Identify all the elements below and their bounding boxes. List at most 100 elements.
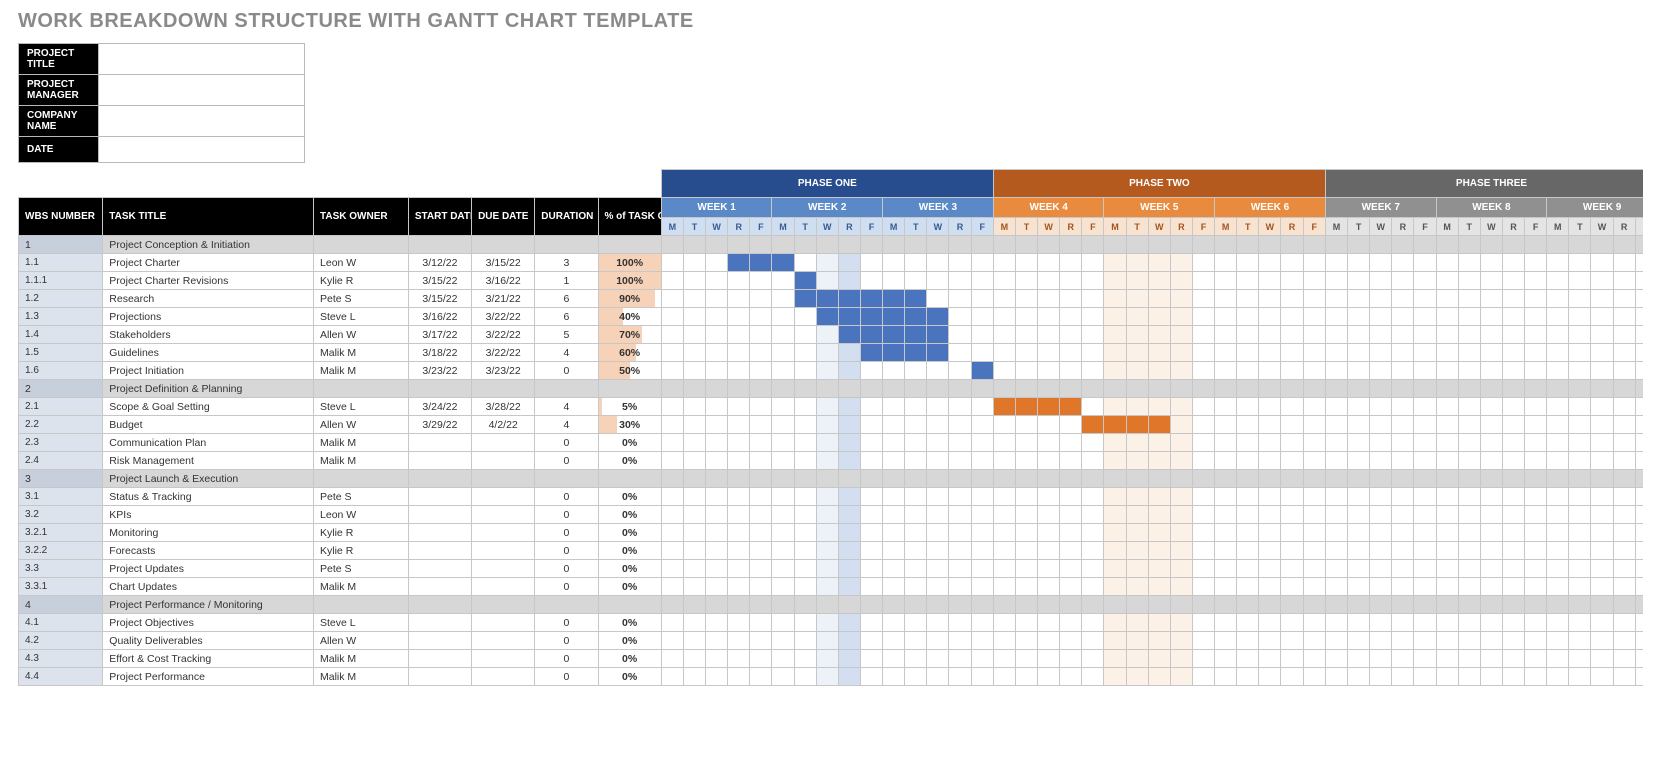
gantt-cell[interactable] <box>1325 650 1347 668</box>
gantt-cell[interactable] <box>1082 668 1104 686</box>
gantt-cell[interactable] <box>794 488 816 506</box>
gantt-cell[interactable] <box>1170 542 1192 560</box>
gantt-cell[interactable] <box>1148 614 1170 632</box>
gantt-cell[interactable] <box>794 542 816 560</box>
gantt-cell[interactable] <box>927 290 949 308</box>
gantt-cell[interactable] <box>816 650 838 668</box>
gantt-cell[interactable] <box>1237 452 1259 470</box>
gantt-cell[interactable] <box>1215 560 1237 578</box>
gantt-cell[interactable] <box>1525 560 1547 578</box>
gantt-cell[interactable] <box>1170 452 1192 470</box>
gantt-cell[interactable] <box>1525 452 1547 470</box>
gantt-cell[interactable] <box>905 614 927 632</box>
gantt-cell[interactable] <box>971 398 993 416</box>
gantt-cell[interactable] <box>706 614 728 632</box>
gantt-cell[interactable] <box>1170 272 1192 290</box>
gantt-cell[interactable] <box>1591 650 1613 668</box>
gantt-cell[interactable] <box>1635 542 1643 560</box>
gantt-cell[interactable] <box>1281 488 1303 506</box>
gantt-cell[interactable] <box>1303 632 1325 650</box>
gantt-cell[interactable] <box>1613 272 1635 290</box>
gantt-cell[interactable] <box>1060 236 1082 254</box>
gantt-cell[interactable] <box>1281 326 1303 344</box>
gantt-cell[interactable] <box>1015 542 1037 560</box>
gantt-cell[interactable] <box>1525 578 1547 596</box>
gantt-cell[interactable] <box>1591 614 1613 632</box>
gantt-cell[interactable] <box>1613 488 1635 506</box>
gantt-cell[interactable] <box>1436 596 1458 614</box>
gantt-cell[interactable] <box>1613 668 1635 686</box>
gantt-cell[interactable] <box>661 362 683 380</box>
gantt-cell[interactable] <box>905 272 927 290</box>
gantt-cell[interactable] <box>1348 416 1370 434</box>
gantt-cell[interactable] <box>1303 452 1325 470</box>
title-cell[interactable]: Projections <box>103 308 314 326</box>
gantt-cell[interactable] <box>993 434 1015 452</box>
gantt-cell[interactable] <box>683 272 705 290</box>
dur-cell[interactable]: 0 <box>535 362 598 380</box>
gantt-cell[interactable] <box>883 326 905 344</box>
gantt-cell[interactable] <box>1215 470 1237 488</box>
gantt-cell[interactable] <box>1192 416 1214 434</box>
due-cell[interactable]: 3/22/22 <box>472 308 535 326</box>
gantt-cell[interactable] <box>1569 416 1591 434</box>
gantt-cell[interactable] <box>794 416 816 434</box>
gantt-cell[interactable] <box>993 668 1015 686</box>
gantt-cell[interactable] <box>1104 578 1126 596</box>
start-cell[interactable] <box>408 668 471 686</box>
gantt-cell[interactable] <box>1148 380 1170 398</box>
gantt-cell[interactable] <box>750 542 772 560</box>
gantt-cell[interactable] <box>683 524 705 542</box>
gantt-cell[interactable] <box>750 290 772 308</box>
gantt-cell[interactable] <box>993 398 1015 416</box>
gantt-cell[interactable] <box>1082 308 1104 326</box>
gantt-cell[interactable] <box>706 668 728 686</box>
gantt-cell[interactable] <box>1392 380 1414 398</box>
gantt-cell[interactable] <box>772 308 794 326</box>
gantt-cell[interactable] <box>860 398 882 416</box>
gantt-cell[interactable] <box>1126 632 1148 650</box>
gantt-cell[interactable] <box>1480 578 1502 596</box>
gantt-cell[interactable] <box>1015 614 1037 632</box>
pct-cell[interactable]: 70% <box>598 326 661 344</box>
gantt-cell[interactable] <box>1325 290 1347 308</box>
gantt-cell[interactable] <box>1613 614 1635 632</box>
gantt-cell[interactable] <box>816 470 838 488</box>
gantt-cell[interactable] <box>1348 254 1370 272</box>
gantt-cell[interactable] <box>883 542 905 560</box>
owner-cell[interactable]: Steve L <box>314 308 409 326</box>
dur-cell[interactable]: 0 <box>535 452 598 470</box>
gantt-cell[interactable] <box>1281 470 1303 488</box>
gantt-cell[interactable] <box>728 560 750 578</box>
gantt-cell[interactable] <box>1480 596 1502 614</box>
gantt-cell[interactable] <box>794 272 816 290</box>
gantt-cell[interactable] <box>706 488 728 506</box>
gantt-cell[interactable] <box>1502 470 1524 488</box>
gantt-cell[interactable] <box>1281 560 1303 578</box>
gantt-cell[interactable] <box>1192 434 1214 452</box>
gantt-cell[interactable] <box>1215 362 1237 380</box>
pct-cell[interactable]: 0% <box>598 434 661 452</box>
gantt-cell[interactable] <box>927 326 949 344</box>
gantt-cell[interactable] <box>860 596 882 614</box>
gantt-cell[interactable] <box>1525 506 1547 524</box>
gantt-cell[interactable] <box>1259 488 1281 506</box>
gantt-cell[interactable] <box>1370 254 1392 272</box>
gantt-cell[interactable] <box>1613 236 1635 254</box>
gantt-cell[interactable] <box>728 452 750 470</box>
gantt-cell[interactable] <box>1237 254 1259 272</box>
gantt-cell[interactable] <box>971 236 993 254</box>
gantt-cell[interactable] <box>1015 272 1037 290</box>
gantt-cell[interactable] <box>661 380 683 398</box>
owner-cell[interactable]: Malik M <box>314 434 409 452</box>
meta-input[interactable] <box>99 44 305 75</box>
due-cell[interactable]: 3/16/22 <box>472 272 535 290</box>
gantt-cell[interactable] <box>927 668 949 686</box>
wbs-cell[interactable]: 2.1 <box>19 398 103 416</box>
gantt-cell[interactable] <box>949 488 971 506</box>
gantt-cell[interactable] <box>1126 434 1148 452</box>
gantt-cell[interactable] <box>1480 524 1502 542</box>
gantt-cell[interactable] <box>1414 290 1436 308</box>
gantt-cell[interactable] <box>1414 362 1436 380</box>
gantt-cell[interactable] <box>1502 560 1524 578</box>
